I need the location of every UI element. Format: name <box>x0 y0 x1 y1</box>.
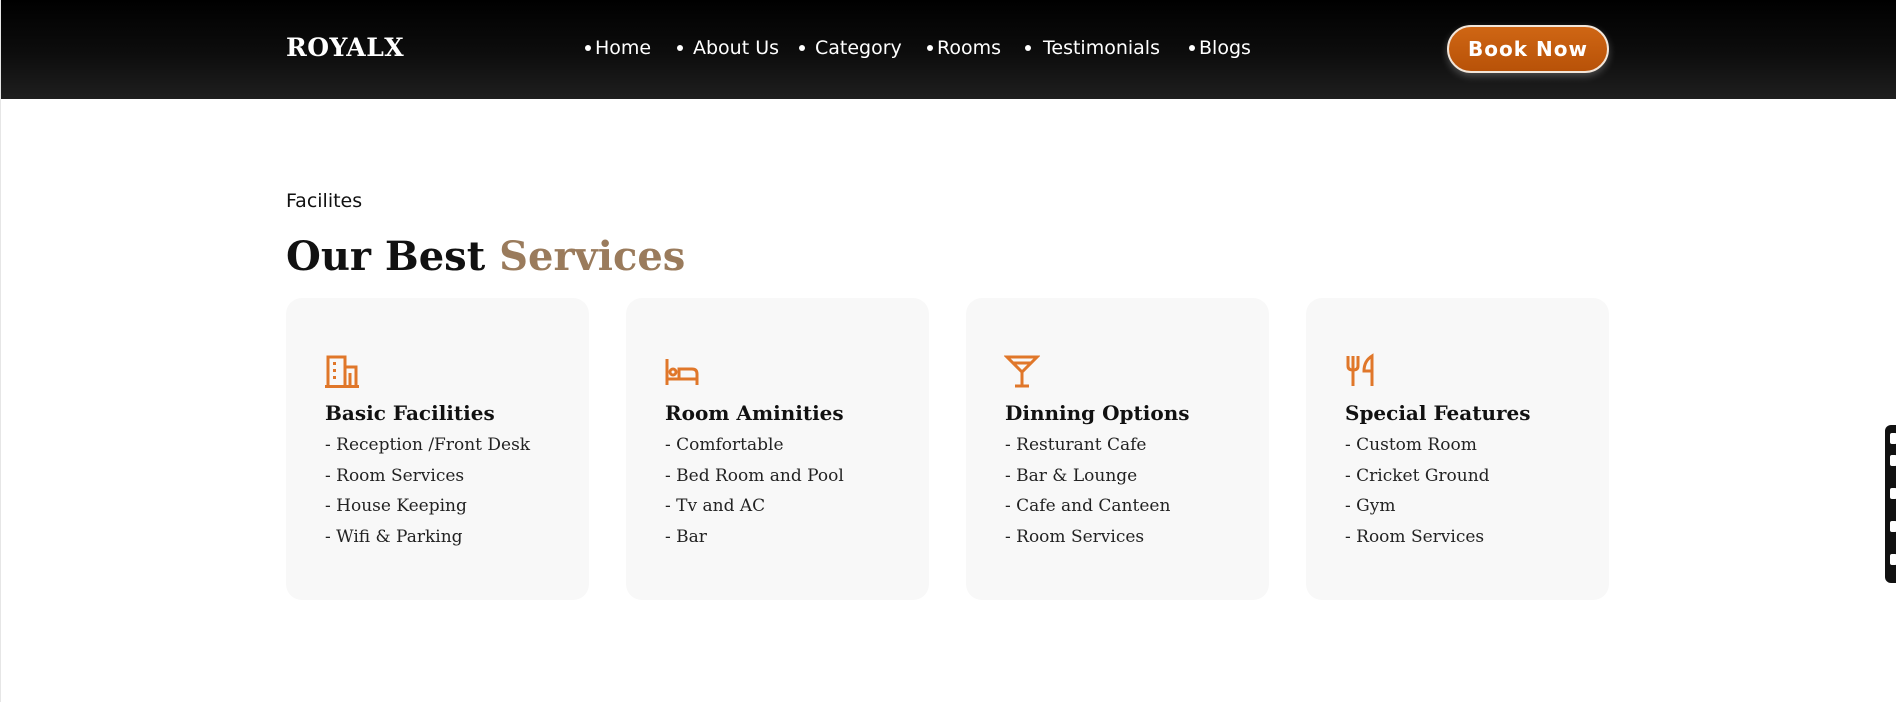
list-item: - Room Services <box>1005 526 1145 547</box>
bullet-icon <box>1025 45 1031 51</box>
page: ROYALX Home About Us Category Rooms Test… <box>0 0 1896 702</box>
card-feature-list: - Resturant Cafe - Bar & Lounge - Cafe a… <box>1005 435 1170 557</box>
section-title-accent: Services <box>499 233 686 280</box>
nav-label: Testimonials <box>1043 37 1160 59</box>
nav-label: Rooms <box>937 37 1002 59</box>
service-card-room-aminities: Room Aminities - Comfortable - Bed Room … <box>626 298 929 600</box>
list-item: - Bar <box>665 526 707 547</box>
card-title: Special Features <box>1345 401 1531 425</box>
toolbar-icon[interactable] <box>1890 488 1896 499</box>
building-icon <box>325 355 359 388</box>
list-item: - Reception /Front Desk <box>325 435 531 455</box>
toolbar-icon[interactable] <box>1890 521 1896 532</box>
bullet-icon <box>1189 45 1195 51</box>
bullet-icon <box>585 45 591 51</box>
nav-item-blogs[interactable]: Blogs <box>1189 37 1251 59</box>
cocktail-icon <box>1004 355 1040 388</box>
nav-label: About Us <box>693 37 780 59</box>
nav-item-home[interactable]: Home <box>585 37 651 59</box>
nav-label: Home <box>595 37 652 59</box>
bullet-icon <box>677 45 683 51</box>
list-item: - Wifi & Parking <box>325 526 463 547</box>
card-title: Basic Facilities <box>325 401 495 425</box>
bed-icon <box>665 359 699 385</box>
list-item: - Resturant Cafe <box>1005 435 1147 455</box>
list-item: - Tv and AC <box>665 496 766 516</box>
nav-item-rooms[interactable]: Rooms <box>927 37 1001 59</box>
brand-logo[interactable]: ROYALX <box>286 33 404 62</box>
book-now-button[interactable]: Book Now <box>1447 25 1609 73</box>
list-item: - Room Services <box>1345 526 1485 547</box>
floating-side-toolbar[interactable] <box>1885 425 1896 583</box>
service-card-basic-facilities: Basic Facilities - Reception /Front Desk… <box>286 298 589 600</box>
toolbar-icon[interactable] <box>1890 554 1896 565</box>
list-item: - House Keeping <box>325 496 467 516</box>
list-item: - Custom Room <box>1345 435 1477 455</box>
toolbar-icon[interactable] <box>1890 455 1896 466</box>
section-title: Our Best Services <box>286 233 685 280</box>
utensils-icon <box>1346 353 1374 386</box>
bullet-icon <box>799 45 805 51</box>
service-card-special-features: Special Features - Custom Room - Cricket… <box>1306 298 1609 600</box>
list-item: - Gym <box>1345 496 1396 516</box>
bullet-icon <box>927 45 933 51</box>
nav-label: Category <box>815 37 902 59</box>
card-feature-list: - Custom Room - Cricket Ground - Gym - R… <box>1345 435 1490 557</box>
card-feature-list: - Comfortable - Bed Room and Pool - Tv a… <box>665 435 844 557</box>
list-item: - Bar & Lounge <box>1005 465 1138 486</box>
card-title: Dinning Options <box>1005 401 1190 425</box>
nav-item-about-us[interactable]: About Us <box>677 37 779 59</box>
nav-item-category[interactable]: Category <box>799 37 902 59</box>
service-card-dinning-options: Dinning Options - Resturant Cafe - Bar &… <box>966 298 1269 600</box>
list-item: - Bed Room and Pool <box>665 465 844 486</box>
nav-label: Blogs <box>1199 37 1251 59</box>
nav-item-testimonials[interactable]: Testimonials <box>1025 37 1160 59</box>
list-item: - Cricket Ground <box>1345 465 1490 486</box>
section-title-main: Our Best <box>286 233 486 280</box>
site-header: ROYALX Home About Us Category Rooms Test… <box>1 0 1896 99</box>
list-item: - Room Services <box>325 465 465 486</box>
card-title: Room Aminities <box>665 401 844 425</box>
section-eyebrow: Facilites <box>286 190 363 212</box>
card-feature-list: - Reception /Front Desk - Room Services … <box>325 435 530 557</box>
toolbar-icon[interactable] <box>1890 433 1896 444</box>
list-item: - Comfortable <box>665 435 784 455</box>
list-item: - Cafe and Canteen <box>1005 496 1171 516</box>
